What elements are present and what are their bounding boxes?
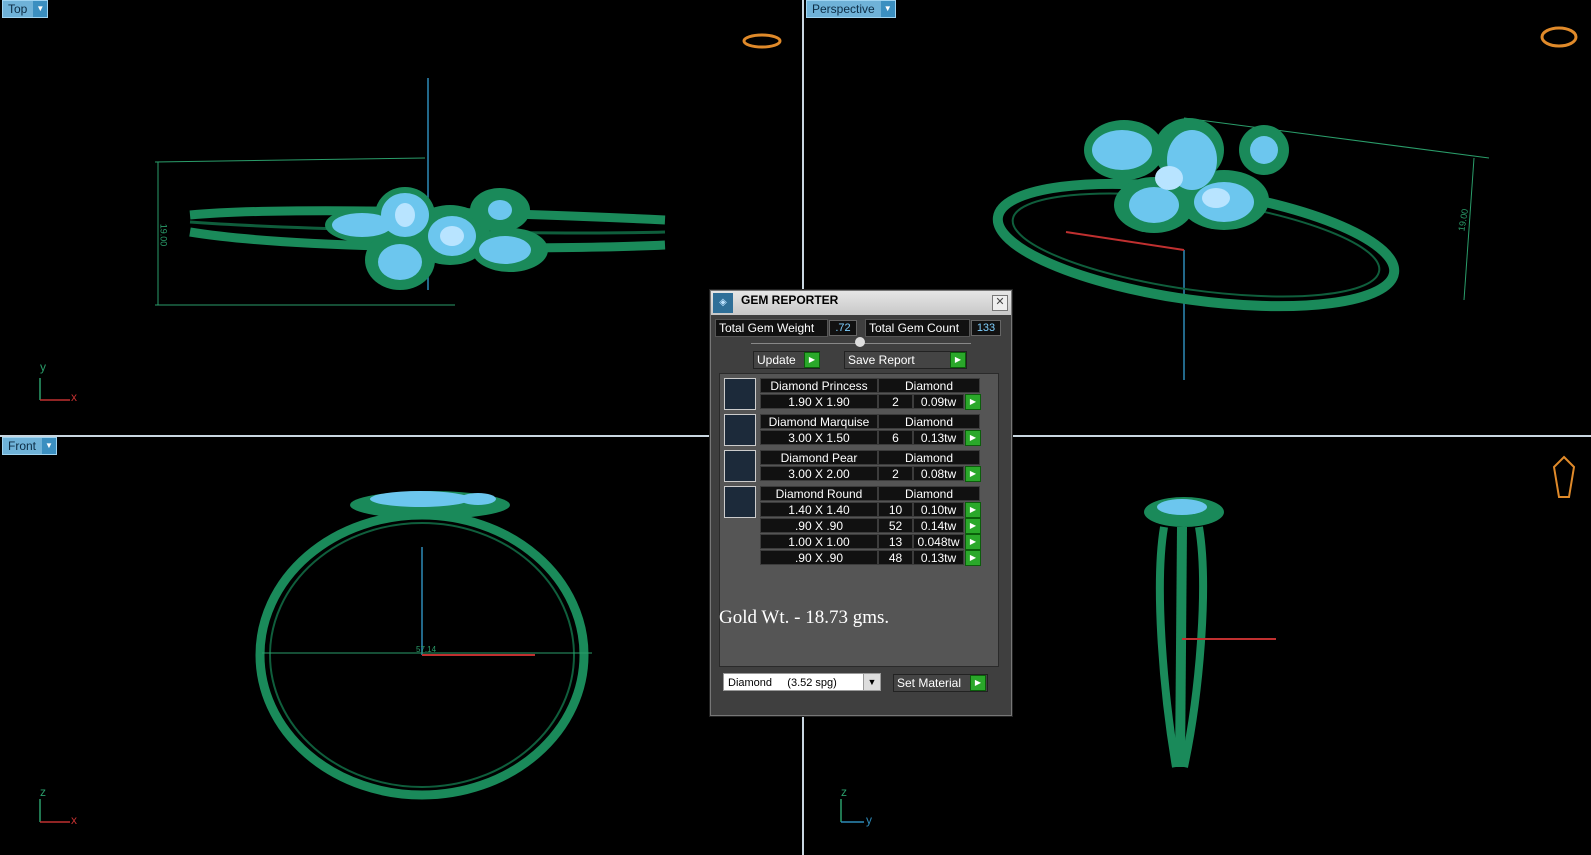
viewport-front[interactable]: Front ▼ 57.14 z x	[0, 437, 802, 855]
viewport-perspective-title: Perspective	[812, 2, 875, 16]
gem-count: 13	[878, 534, 913, 549]
gem-count: 48	[878, 550, 913, 565]
axis-label-z: z	[841, 785, 847, 799]
total-gem-count-value: 133	[971, 320, 1001, 336]
viewport-label-top[interactable]: Top ▼	[2, 0, 49, 18]
gem-go-icon[interactable]: ▶	[965, 550, 981, 566]
save-report-button[interactable]: Save Report	[844, 351, 967, 369]
collapse-icon[interactable]	[855, 337, 865, 347]
dialog-title-bar[interactable]: ◈ GEM REPORTER ✕	[711, 291, 1011, 315]
gem-size: 1.00 X 1.00	[760, 534, 878, 549]
gold-weight-text: Gold Wt. - 18.73 gms.	[719, 607, 890, 628]
gem-weight: 0.048tw	[913, 534, 964, 549]
dialog-title: GEM REPORTER	[741, 293, 839, 307]
gem-size: .90 X .90	[760, 550, 878, 565]
gem-go-icon[interactable]: ▶	[965, 394, 981, 410]
save-report-go-icon[interactable]: ▶	[950, 352, 966, 368]
gem-go-icon[interactable]: ▶	[965, 466, 981, 482]
gem-marquise-icon	[724, 414, 756, 446]
gem-count: 2	[878, 394, 913, 409]
chevron-down-icon[interactable]: ▼	[33, 1, 48, 17]
gem-reporter-icon: ◈	[713, 293, 733, 313]
front-view-model	[39, 491, 592, 823]
gem-princess-icon	[724, 378, 756, 410]
chevron-down-icon[interactable]: ▼	[42, 438, 57, 454]
dimension-label: 19.00	[158, 223, 169, 247]
gem-count: 6	[878, 430, 913, 445]
gem-weight: 0.08tw	[913, 466, 964, 481]
set-material-go-icon[interactable]: ▶	[970, 675, 986, 691]
axis-label-y: y	[40, 360, 46, 374]
gem-material: Diamond	[878, 378, 980, 393]
gem-name: Diamond Marquise	[760, 414, 878, 429]
gem-material: Diamond	[878, 450, 980, 465]
gem-weight: 0.14tw	[913, 518, 964, 533]
gem-material: Diamond	[878, 486, 980, 501]
gem-size: .90 X .90	[760, 518, 878, 533]
gem-go-icon[interactable]: ▶	[965, 518, 981, 534]
material-select-value: Diamond (3.52 spg)	[728, 677, 837, 689]
axis-label-x: x	[71, 813, 77, 827]
gem-name: Diamond Princess	[760, 378, 878, 393]
total-gem-weight-value: .72	[829, 320, 857, 336]
axis-label-y: y	[866, 813, 872, 827]
top-view-model	[39, 33, 782, 401]
update-go-icon[interactable]: ▶	[804, 352, 820, 368]
gem-reporter-dialog[interactable]: ◈ GEM REPORTER ✕ Total Gem Weight .72 To…	[710, 290, 1012, 716]
axis-label-x: x	[71, 390, 77, 404]
gem-count: 10	[878, 502, 913, 517]
gem-count: 52	[878, 518, 913, 533]
gem-pear-icon	[724, 450, 756, 482]
gem-go-icon[interactable]: ▶	[965, 502, 981, 518]
chevron-down-icon[interactable]: ▼	[863, 674, 880, 690]
gem-size: 3.00 X 2.00	[760, 466, 878, 481]
dimension-label: 57.14	[416, 645, 437, 654]
viewport-front-title: Front	[8, 439, 37, 453]
gem-weight: 0.13tw	[913, 430, 964, 445]
gem-weight: 0.10tw	[913, 502, 964, 517]
gem-name: Diamond Round	[760, 486, 878, 501]
gem-go-icon[interactable]: ▶	[965, 534, 981, 550]
gem-size: 3.00 X 1.50	[760, 430, 878, 445]
gem-go-icon[interactable]: ▶	[965, 430, 981, 446]
material-select[interactable]: Diamond (3.52 spg) ▼	[723, 673, 881, 691]
gem-size: 1.40 X 1.40	[760, 502, 878, 517]
axis-label-z: z	[40, 785, 46, 799]
gem-count: 2	[878, 466, 913, 481]
viewport-label-perspective[interactable]: Perspective ▼	[806, 0, 896, 18]
close-icon[interactable]: ✕	[992, 295, 1008, 311]
viewport-label-front[interactable]: Front ▼	[2, 437, 58, 455]
gem-material: Diamond	[878, 414, 980, 429]
viewport-top[interactable]: Top ▼ 19.00 y x	[0, 0, 802, 435]
total-gem-count-label: Total Gem Count	[865, 319, 970, 337]
total-gem-weight-label: Total Gem Weight	[715, 319, 828, 337]
viewport-top-title: Top	[8, 2, 28, 16]
gem-name: Diamond Pear	[760, 450, 878, 465]
gem-size: 1.90 X 1.90	[760, 394, 878, 409]
gem-weight: 0.09tw	[913, 394, 964, 409]
gem-round-icon	[724, 486, 756, 518]
gem-weight: 0.13tw	[913, 550, 964, 565]
chevron-down-icon[interactable]: ▼	[880, 1, 895, 17]
